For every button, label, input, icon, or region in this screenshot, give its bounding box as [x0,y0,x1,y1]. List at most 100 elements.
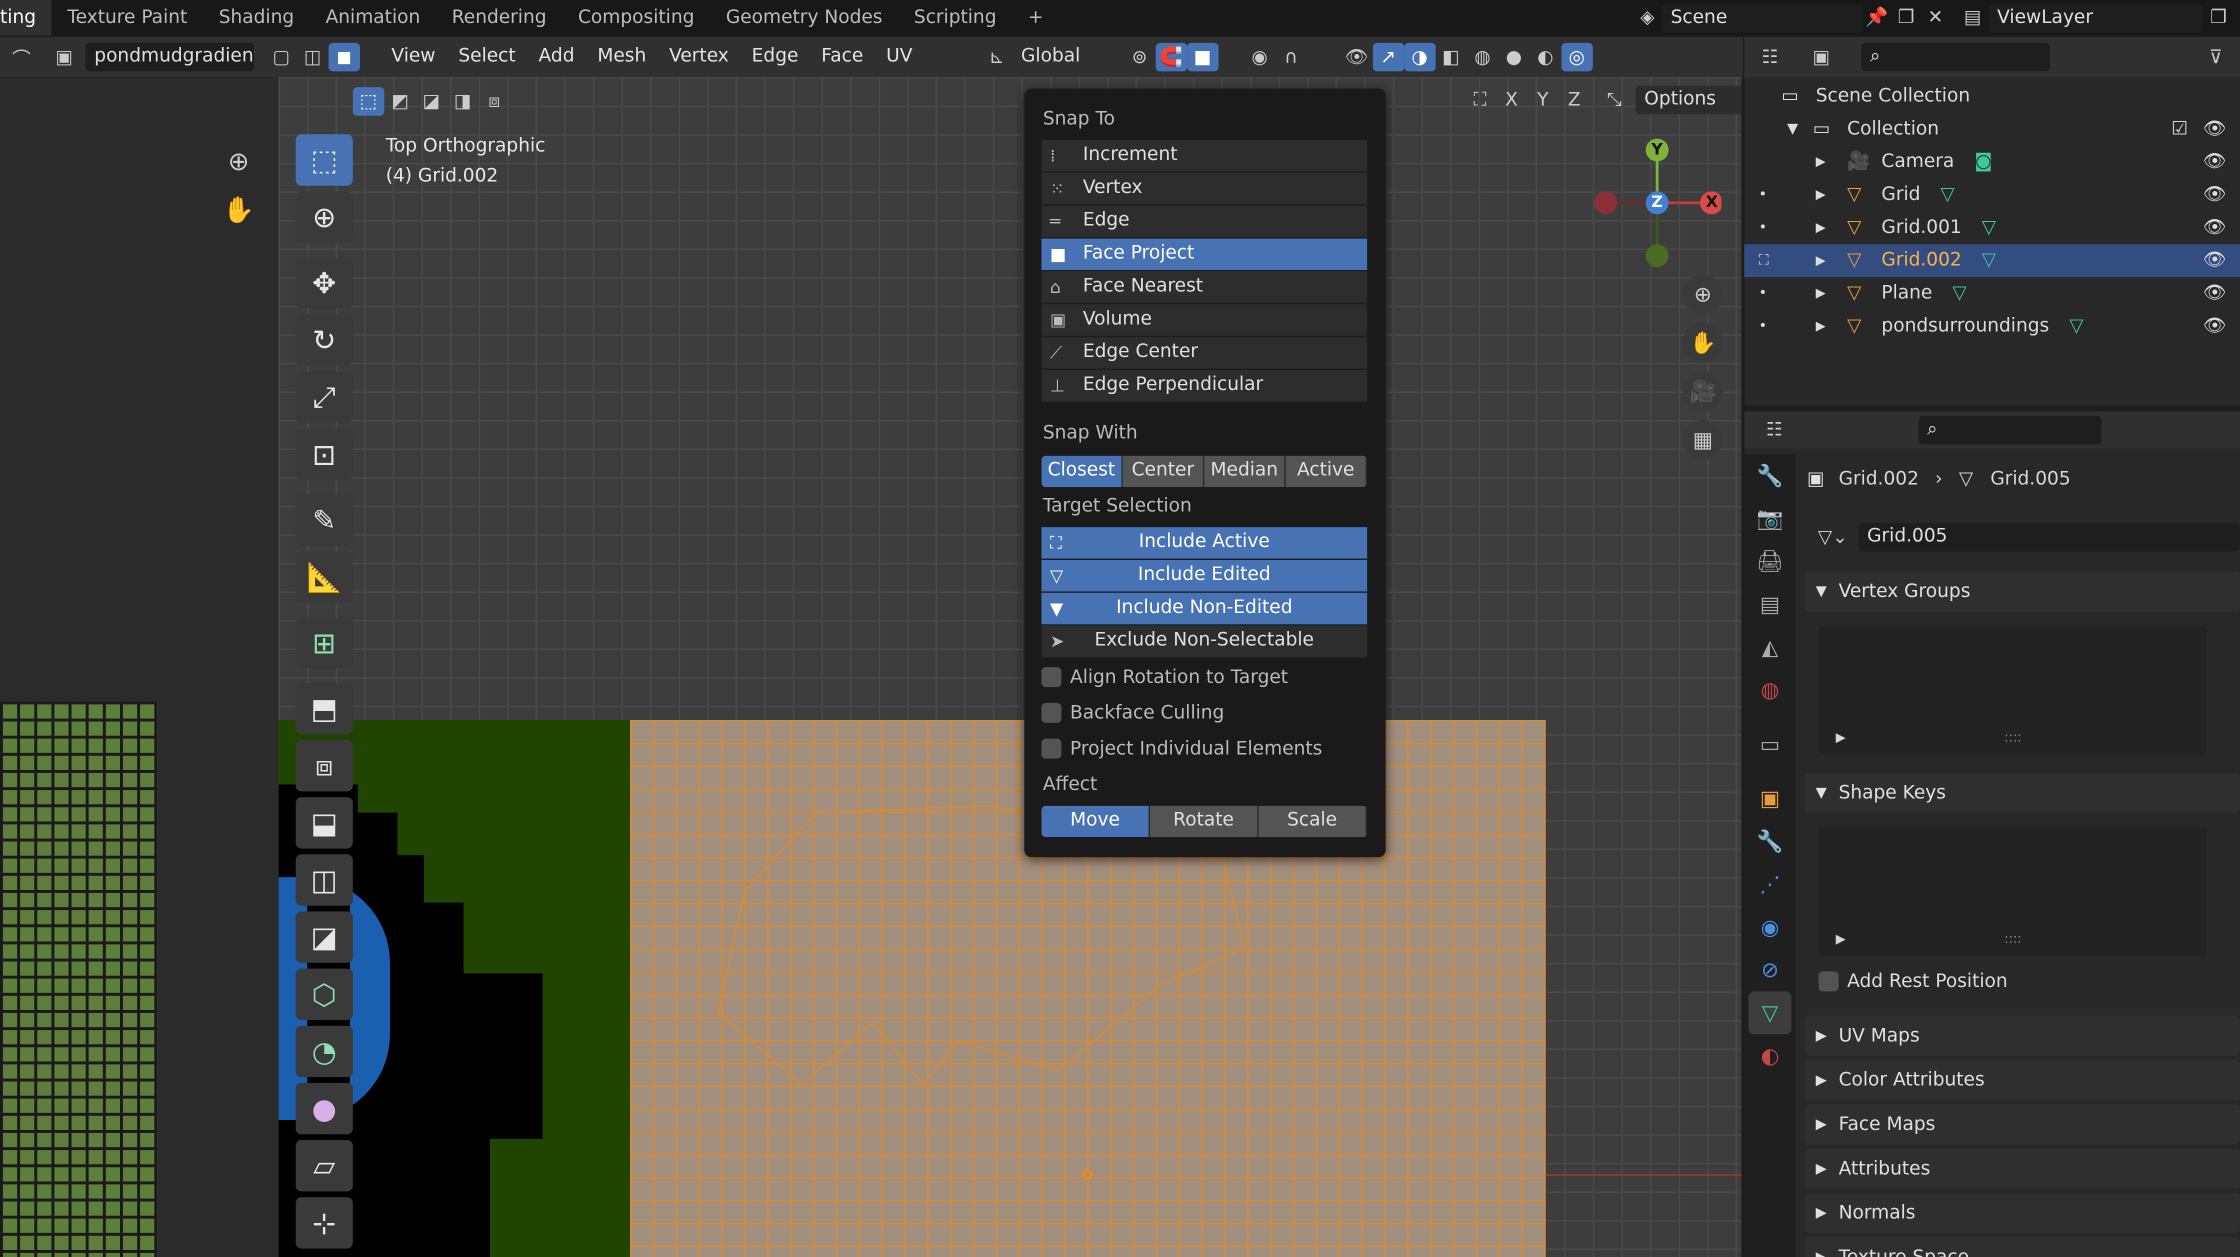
tool-tab-icon[interactable]: 🔧 [1749,454,1792,497]
inset-icon[interactable]: ⧈ [295,739,353,792]
affect-rotate-button[interactable]: Rotate [1149,805,1259,838]
visibility-icon[interactable]: 👁 [2203,217,2240,238]
select-extend-icon[interactable]: ◩ [384,87,415,116]
dot-icon[interactable]: • [1744,187,1815,203]
ortho-grid-icon[interactable]: ▦ [1682,419,1723,460]
visibility-icon[interactable]: 👁 [2203,250,2240,271]
proportional-edit-icon[interactable]: ◉ [1244,43,1275,72]
mesh-data-icon[interactable]: ▽ [2069,316,2083,337]
rotate-icon[interactable]: ↻ [295,314,353,366]
shape-keys-list[interactable]: ▶:::: [1818,827,2208,956]
viewport-pan-icon[interactable]: ✋ [1682,322,1723,363]
image-editor-type-icon[interactable]: ▣ [43,43,86,72]
mesh-data-tab-icon[interactable]: ▽ [1748,991,1792,1035]
menu-view[interactable]: View [380,37,447,77]
curve-mode-icon[interactable]: ⌒ [0,43,43,72]
scene-tab-icon[interactable]: ◭ [1749,626,1792,669]
snap-to-volume[interactable]: ▣ Volume [1041,304,1368,338]
collection-checkbox[interactable]: ☑ [2171,119,2202,140]
annotate-icon[interactable]: ✎ [295,494,353,546]
options-dropdown[interactable]: Options [1635,85,1742,115]
visibility-icon[interactable]: 👁 [2203,316,2240,337]
scene-collection-row[interactable]: ▭ Scene Collection [1744,80,2240,113]
backface-culling-checkbox[interactable]: Backface Culling [1041,699,1224,728]
snap-to-edge-center[interactable]: ⟋ Edge Center [1041,337,1368,370]
menu-uv[interactable]: UV [875,37,924,77]
move-icon[interactable]: ✥ [295,257,353,309]
modifier-tab-icon[interactable]: 🔧 [1749,820,1792,863]
falloff-icon[interactable]: ∩ [1275,43,1306,72]
list-resize-handle[interactable]: :::: [2004,731,2021,745]
dot-icon[interactable]: • [1744,286,1815,302]
vertex-groups-list[interactable]: ▶:::: [1818,625,2208,755]
add-cube-icon[interactable]: ⊞ [295,617,353,669]
outliner-search-input[interactable]: ⌕ [1861,42,2050,72]
spin-icon[interactable]: ◔ [295,1025,353,1078]
view-layer-tab-icon[interactable]: ▤ [1749,583,1792,626]
knife-icon[interactable]: ◪ [295,911,353,963]
auto-merge-icon[interactable]: ⤡ [1599,86,1630,115]
snap-to-edge[interactable]: ═ Edge [1041,205,1368,239]
tab-compositing[interactable]: Compositing [562,0,710,36]
mesh-name-field[interactable]: Grid.005 [1858,522,2240,552]
align-rotation-to-target-checkbox[interactable]: Align Rotation to Target [1041,663,1288,692]
tab-rendering[interactable]: Rendering [436,0,562,36]
mesh-data-icon[interactable]: ▽ [1982,250,1996,271]
list-expand-icon[interactable]: ▶ [1836,731,1846,745]
poly-build-icon[interactable]: ⬡ [295,968,353,1020]
expand-arrow-icon[interactable]: ▶ [1816,319,1847,333]
expand-arrow-icon[interactable]: ▶ [1816,188,1847,202]
select-box-icon[interactable]: ⬚ [295,134,353,186]
material-shading-icon[interactable]: ◐ [1530,43,1561,72]
scene-selector[interactable]: ◈ Scene 📌 ❐ ✕ [1633,3,1950,33]
camera-view-icon[interactable]: 🎥 [1682,371,1723,412]
normals-panel-header[interactable]: ▶ Normals [1804,1192,2240,1233]
select-invert-icon[interactable]: ◨ [447,87,478,116]
pan-hand-icon[interactable]: ✋ [220,191,257,228]
shape-keys-panel-header[interactable]: ▼ Shape Keys [1804,772,2240,813]
xray-icon[interactable]: ◧ [1435,43,1466,72]
extrude-icon[interactable]: ⬒ [295,682,353,735]
tab-geometry-nodes[interactable]: Geometry Nodes [710,0,898,36]
mesh-data-icon[interactable]: ▽ [1940,184,1954,205]
snap-with-active-button[interactable]: Active [1285,455,1368,488]
physics-tab-icon[interactable]: ◉ [1749,906,1792,949]
expand-arrow-icon[interactable]: ▶ [1816,221,1847,235]
menu-mesh[interactable]: Mesh [586,37,658,77]
axis-x-toggle[interactable]: X [1496,86,1527,115]
mesh-data-icon[interactable]: ▽ [1952,283,1966,304]
target-include-non-edited-button[interactable]: ▼ Include Non-Edited [1041,592,1368,626]
loop-cut-icon[interactable]: ◫ [295,854,353,906]
menu-face[interactable]: Face [810,37,875,77]
material-tab-icon[interactable]: ◐ [1749,1034,1792,1077]
texture-space-panel-header[interactable]: ▶Texture Space [1804,1237,2240,1257]
vertex-groups-panel-header[interactable]: ▼ Vertex Groups [1804,571,2240,612]
expand-arrow-icon[interactable]: ▶ [1816,286,1847,300]
snap-to-vertex[interactable]: ⁙ Vertex [1041,172,1368,206]
select-intersect-icon[interactable]: ⧈ [479,87,510,116]
color-attributes-panel-header[interactable]: ▶ Color Attributes [1804,1059,2240,1100]
expand-arrow-icon[interactable]: ▶ [1816,155,1847,169]
view-layer-name-field[interactable]: ViewLayer [1988,3,2203,33]
3d-viewport[interactable]: ⬚ ◩ ◪ ◨ ⧈ Top Orthographic (4) Grid.002 … [278,77,1742,1257]
close-icon[interactable]: ✕ [1921,4,1950,33]
add-workspace-button[interactable]: + [1012,0,1059,36]
edge-slide-icon[interactable]: ▱ [295,1139,353,1192]
measure-icon[interactable]: 📐 [295,551,353,603]
affect-move-button[interactable]: Move [1041,805,1150,838]
checkbox-box[interactable] [1041,702,1062,723]
render-tab-icon[interactable]: 📷 [1749,497,1792,540]
snap-target-dropdown[interactable]: ■ [1186,42,1219,72]
target-include-edited-button[interactable]: ▽ Include Edited [1041,559,1368,593]
zoom-icon[interactable]: ⊕ [220,143,257,180]
wireframe-shading-icon[interactable]: ◍ [1467,43,1498,72]
uv-maps-panel-header[interactable]: ▶ UV Maps [1804,1015,2240,1056]
snap-to-face-project[interactable]: ■ Face Project [1041,238,1368,272]
object-tab-icon[interactable]: ▣ [1749,777,1792,820]
affect-scale-button[interactable]: Scale [1258,805,1368,838]
tab-texture-paint[interactable]: Texture Paint [52,0,203,36]
list-resize-handle[interactable]: :::: [2004,933,2021,947]
transform-orientation-dropdown[interactable]: Global [1012,43,1123,72]
snap-with-closest-button[interactable]: Closest [1041,455,1123,488]
snap-to-increment[interactable]: ⁞ Increment [1041,139,1368,173]
